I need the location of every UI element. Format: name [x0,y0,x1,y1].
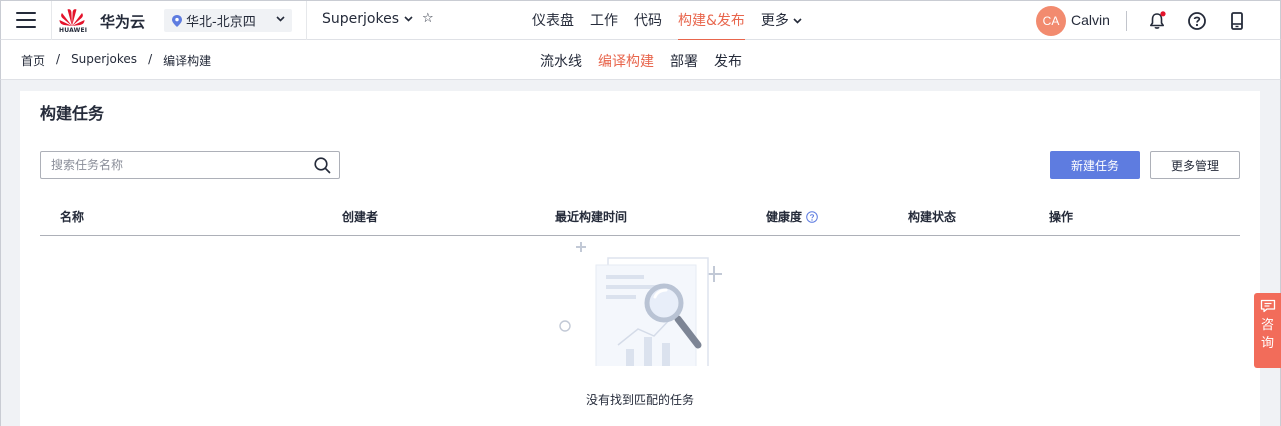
search-box [40,151,340,179]
search-icon[interactable] [314,157,331,174]
avatar[interactable]: CA [1036,6,1066,36]
column-header-health-label: 健康度 [766,210,803,224]
column-header-last-build-time[interactable]: 最近构建时间 [555,208,627,225]
more-management-button[interactable]: 更多管理 [1150,151,1240,179]
nav-build-release[interactable]: 构建&发布 [678,1,745,41]
column-header-name: 名称 [60,210,85,224]
breadcrumb: 首页 / Superjokes / 编译构建 [21,52,222,69]
tab-pipeline[interactable]: 流水线 [540,51,582,71]
sub-nav: 流水线 编译构建 部署 发布 [540,51,758,71]
help-circle-icon[interactable] [806,210,818,223]
bell-icon[interactable] [1147,11,1167,31]
page-title: 构建任务 [40,104,105,123]
chat-icon [1260,299,1275,313]
tab-build[interactable]: 编译构建 [598,51,654,71]
build-task-card: 构建任务 新建任务 更多管理 名称 创建者 最近构建时间 健康度 构建状态 操作 [20,91,1260,426]
consult-label-1: 咨 [1260,318,1274,333]
nav-code[interactable]: 代码 [634,1,662,41]
table-header: 名称 创建者 最近构建时间 健康度 构建状态 操作 [40,195,1240,236]
breadcrumb-separator: / [56,52,61,66]
tab-deploy[interactable]: 部署 [670,51,698,71]
divider [51,1,52,41]
nav-more-label: 更多 [760,13,789,29]
mobile-icon[interactable] [1227,11,1247,31]
nav-work[interactable]: 工作 [590,1,618,41]
menu-icon[interactable] [16,12,36,28]
window-border [0,80,1,426]
favorite-star-icon[interactable]: ☆ [422,11,434,26]
breadcrumb-separator: / [148,52,153,66]
chevron-down-icon [276,16,285,22]
brand-name[interactable]: 华为云 [100,11,145,32]
logo-text: HUAWEI [59,27,88,34]
column-header-actions: 操作 [1049,210,1074,224]
consult-label-2: 询 [1260,336,1274,351]
column-header-build-status: 构建状态 [908,210,957,224]
breadcrumb-current: 编译构建 [163,54,212,68]
search-input[interactable] [51,158,311,172]
empty-state-illustration [559,242,722,366]
chevron-down-icon [793,18,802,24]
location-pin-icon [172,14,182,27]
column-header-health: 健康度 [766,208,818,225]
breadcrumb-project[interactable]: Superjokes [71,52,137,69]
column-header-creator: 创建者 [342,210,379,224]
nav-more[interactable]: 更多 [761,1,802,41]
new-task-button[interactable]: 新建任务 [1050,151,1140,179]
consult-button[interactable]: 咨 询 [1254,293,1281,368]
tab-release[interactable]: 发布 [714,51,742,71]
breadcrumb-home[interactable]: 首页 [21,52,45,69]
project-label: Superjokes [322,11,399,27]
help-icon[interactable] [1187,11,1207,31]
sub-navbar: 首页 / Superjokes / 编译构建 流水线 编译构建 部署 发布 [0,40,1281,80]
top-navbar: HUAWEI 华为云 华北-北京四 Superjokes ☆ 仪表盘 工作 代码… [0,0,1281,41]
user-name[interactable]: Calvin [1071,12,1110,28]
empty-state-text: 没有找到匹配的任务 [585,393,694,407]
divider [306,1,307,41]
main-nav: 仪表盘 工作 代码 构建&发布 更多 [532,1,818,41]
divider [1126,11,1127,31]
region-selector[interactable]: 华北-北京四 [164,9,292,32]
project-selector[interactable]: Superjokes [322,11,413,27]
region-label: 华北-北京四 [186,15,256,30]
chevron-down-icon [404,16,413,22]
nav-dashboard[interactable]: 仪表盘 [532,1,574,41]
